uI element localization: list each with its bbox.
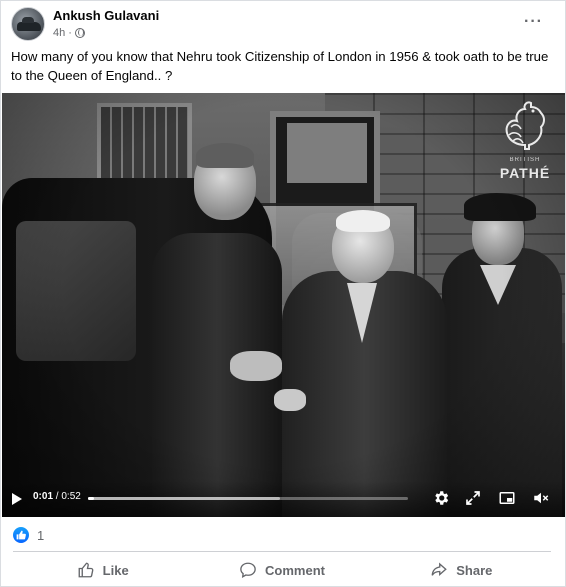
progress-bar[interactable] xyxy=(88,497,408,500)
action-divider xyxy=(13,551,551,552)
video-duration: / 0:52 xyxy=(55,491,81,502)
like-button[interactable]: Like xyxy=(13,553,192,587)
post-meta: 4h · xyxy=(53,27,85,39)
video-controls: 0:01 / 0:52 xyxy=(2,481,565,517)
video-frame xyxy=(2,93,565,517)
current-time: 0:01 xyxy=(33,491,54,502)
post-text: How many of you know that Nehru took Cit… xyxy=(11,49,549,83)
volume-icon[interactable] xyxy=(532,489,550,507)
like-label: Like xyxy=(102,562,129,578)
watermark-brand-text: PATHÉ xyxy=(499,165,551,181)
video-player[interactable]: BRITISH PATHÉ 0:01 / 0:52 xyxy=(2,93,565,517)
comment-bubble-icon xyxy=(240,562,256,578)
comment-label: Comment xyxy=(265,562,325,578)
post-header: Ankush Gulavani 4h · ··· xyxy=(11,7,555,43)
reactions-summary[interactable]: 1 xyxy=(13,525,44,545)
author-name[interactable]: Ankush Gulavani xyxy=(53,8,159,23)
post-timestamp[interactable]: 4h xyxy=(53,27,65,39)
more-options-button[interactable]: ··· xyxy=(524,13,543,31)
meta-separator: · xyxy=(68,27,72,39)
video-time: 0:01 / 0:52 xyxy=(33,491,81,502)
post-card: Ankush Gulavani 4h · ··· How many of you… xyxy=(0,0,566,587)
globe-icon[interactable] xyxy=(74,28,85,38)
progress-buffered xyxy=(88,497,280,500)
avatar[interactable] xyxy=(11,7,45,41)
rooster-logo-icon xyxy=(505,101,545,150)
settings-gear-icon[interactable] xyxy=(432,489,450,507)
reaction-count[interactable]: 1 xyxy=(37,528,44,543)
share-label: Share xyxy=(456,562,493,578)
watermark-small-text: BRITISH xyxy=(509,157,541,163)
thumbs-up-icon xyxy=(78,562,94,578)
progress-played xyxy=(88,497,95,500)
british-pathe-watermark: BRITISH PATHÉ xyxy=(495,99,555,199)
play-icon[interactable] xyxy=(12,493,22,505)
comment-button[interactable]: Comment xyxy=(192,553,371,587)
share-arrow-icon xyxy=(431,562,448,576)
picture-in-picture-icon[interactable] xyxy=(498,489,516,507)
action-bar: Like Comment Share xyxy=(13,553,551,587)
fullscreen-expand-icon[interactable] xyxy=(464,489,482,507)
like-reaction-icon xyxy=(13,527,29,543)
share-button[interactable]: Share xyxy=(372,553,551,587)
